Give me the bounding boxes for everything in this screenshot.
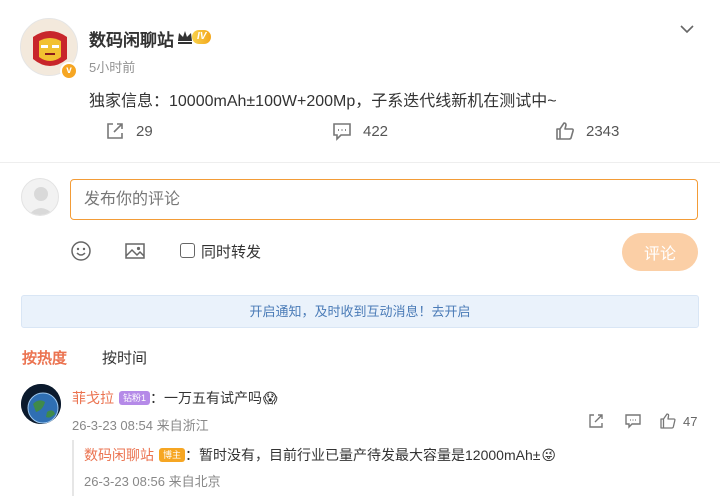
reply-meta: 26-3-23 08:56 来自北京 [84,474,221,489]
tab-sort-hot[interactable]: 按热度 [22,347,67,368]
comment-input[interactable] [70,179,698,220]
share-icon[interactable] [587,412,605,430]
reply-author-name[interactable]: 数码闲聊站 [84,445,154,465]
like-button[interactable]: 2343 [554,120,619,142]
comment-text: ：一万五有试产吗 [150,390,263,406]
repost-button[interactable]: 29 [104,120,153,142]
submit-comment-button[interactable]: 评论 [622,233,698,271]
reply-text: ：暂时没有，目前行业已量产待发最大容量是12000mAh± [185,447,541,463]
like-icon[interactable] [659,412,677,430]
repost-checkbox-label[interactable]: 同时转发 [201,241,261,262]
like-icon [556,122,574,140]
emoji-icon[interactable] [70,240,92,262]
chevron-down-icon[interactable] [678,20,696,38]
fan-badge: 钻粉1 [119,391,151,405]
notification-bar[interactable]: 开启通知，及时收到互动消息！去开启 [21,295,699,328]
level-badge: IV [176,28,212,46]
reply-icon[interactable] [624,412,642,430]
tab-sort-time[interactable]: 按时间 [102,347,147,368]
comment-row: 菲戈拉 钻粉1 ：一万五有试产吗 😱 [72,388,279,408]
emoji-wink-tongue-icon: 😜 [541,447,557,463]
divider [0,162,720,163]
comment-meta: 26-3-23 08:54 来自浙江 [72,418,209,433]
post-time[interactable]: 5小时前 [89,57,135,76]
like-count: 2343 [586,122,620,140]
blogger-badge: 博主 [159,448,186,462]
level-tag: IV [192,30,212,44]
my-avatar [21,178,59,216]
reply-row: 数码闲聊站 博主 ：暂时没有，目前行业已量产待发最大容量是12000mAh± 😜 [84,445,557,465]
comment-like-count: 47 [683,414,698,429]
repost-icon [107,123,123,139]
image-icon[interactable] [124,240,146,262]
comment-button[interactable]: 422 [331,120,388,142]
comment-icon [333,123,351,141]
post-text: 独家信息：10000mAh±100W+200Mp，子系迭代线新机在测试中~ [89,93,557,110]
post-actions: 29 422 2343 [0,120,720,146]
reply-thread-line [72,440,74,496]
earth-avatar-icon [21,384,61,424]
verified-badge: v [60,62,78,80]
commenter-avatar[interactable] [21,384,61,424]
commenter-name[interactable]: 菲戈拉 [72,388,114,408]
repost-checkbox[interactable] [180,243,195,258]
repost-count: 29 [136,122,153,140]
author-name[interactable]: 数码闲聊站 [89,26,174,51]
post-header: v 数码闲聊站 IV 5小时前 [0,0,720,84]
emoji-scream-icon: 😱 [263,390,278,406]
comment-count: 422 [363,122,389,140]
default-avatar-icon [28,187,54,215]
